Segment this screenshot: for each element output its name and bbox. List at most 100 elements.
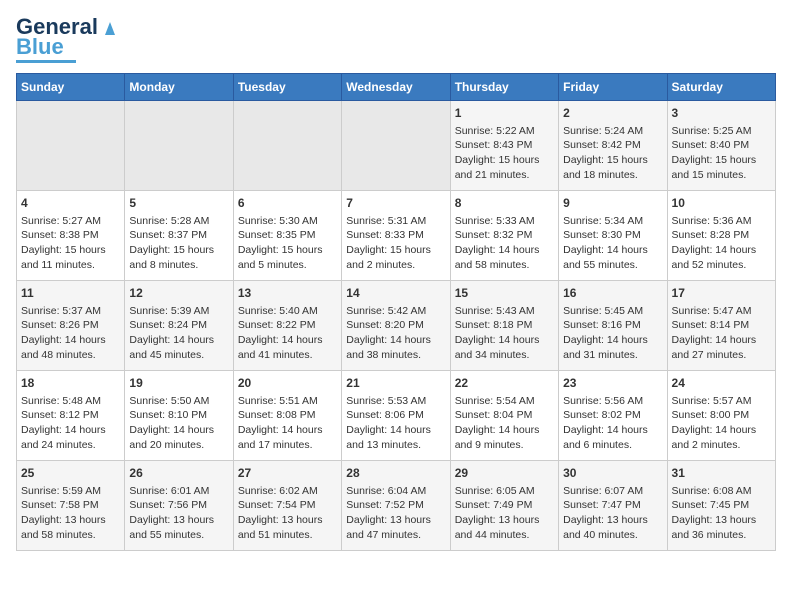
calendar-cell: 7Sunrise: 5:31 AMSunset: 8:33 PMDaylight… — [342, 191, 450, 281]
day-number: 2 — [563, 105, 662, 122]
day-number: 3 — [672, 105, 771, 122]
cell-text: and 58 minutes. — [455, 258, 554, 273]
cell-text: Daylight: 14 hours — [563, 333, 662, 348]
cell-text: Sunset: 8:04 PM — [455, 408, 554, 423]
day-number: 13 — [238, 285, 337, 302]
day-of-week-header: Tuesday — [233, 74, 341, 101]
day-number: 7 — [346, 195, 445, 212]
cell-text: Sunrise: 5:43 AM — [455, 304, 554, 319]
cell-text: and 2 minutes. — [346, 258, 445, 273]
cell-text: Sunset: 7:56 PM — [129, 498, 228, 513]
day-number: 29 — [455, 465, 554, 482]
day-number: 8 — [455, 195, 554, 212]
day-of-week-header: Wednesday — [342, 74, 450, 101]
cell-text: Daylight: 15 hours — [129, 243, 228, 258]
cell-text: and 41 minutes. — [238, 348, 337, 363]
cell-text: and 52 minutes. — [672, 258, 771, 273]
cell-text: and 47 minutes. — [346, 528, 445, 543]
cell-text: Daylight: 14 hours — [21, 423, 120, 438]
logo: General Blue — [16, 16, 120, 63]
logo-triangle-icon — [100, 17, 120, 37]
cell-text: Sunrise: 5:24 AM — [563, 124, 662, 139]
cell-text: Sunset: 8:26 PM — [21, 318, 120, 333]
cell-text: Sunrise: 5:22 AM — [455, 124, 554, 139]
cell-text: Daylight: 13 hours — [346, 513, 445, 528]
calendar-cell — [233, 101, 341, 191]
calendar-cell: 5Sunrise: 5:28 AMSunset: 8:37 PMDaylight… — [125, 191, 233, 281]
cell-text: Daylight: 14 hours — [346, 423, 445, 438]
day-number: 28 — [346, 465, 445, 482]
calendar-cell: 3Sunrise: 5:25 AMSunset: 8:40 PMDaylight… — [667, 101, 775, 191]
calendar-week-row: 11Sunrise: 5:37 AMSunset: 8:26 PMDayligh… — [17, 281, 776, 371]
calendar-cell: 14Sunrise: 5:42 AMSunset: 8:20 PMDayligh… — [342, 281, 450, 371]
cell-text: Sunrise: 5:40 AM — [238, 304, 337, 319]
day-number: 21 — [346, 375, 445, 392]
cell-text: Daylight: 13 hours — [21, 513, 120, 528]
calendar-cell: 10Sunrise: 5:36 AMSunset: 8:28 PMDayligh… — [667, 191, 775, 281]
cell-text: and 51 minutes. — [238, 528, 337, 543]
cell-text: Sunrise: 5:33 AM — [455, 214, 554, 229]
cell-text: Sunset: 8:30 PM — [563, 228, 662, 243]
cell-text: Sunset: 7:49 PM — [455, 498, 554, 513]
cell-text: Sunrise: 5:57 AM — [672, 394, 771, 409]
calendar-cell: 4Sunrise: 5:27 AMSunset: 8:38 PMDaylight… — [17, 191, 125, 281]
calendar-cell: 28Sunrise: 6:04 AMSunset: 7:52 PMDayligh… — [342, 461, 450, 551]
cell-text: Daylight: 13 hours — [238, 513, 337, 528]
cell-text: and 31 minutes. — [563, 348, 662, 363]
cell-text: Sunrise: 6:05 AM — [455, 484, 554, 499]
cell-text: Daylight: 14 hours — [238, 333, 337, 348]
cell-text: Daylight: 14 hours — [563, 243, 662, 258]
day-number: 30 — [563, 465, 662, 482]
calendar-table: SundayMondayTuesdayWednesdayThursdayFrid… — [16, 73, 776, 551]
cell-text: and 45 minutes. — [129, 348, 228, 363]
cell-text: Sunrise: 5:51 AM — [238, 394, 337, 409]
page-header: General Blue — [16, 16, 776, 63]
calendar-cell: 12Sunrise: 5:39 AMSunset: 8:24 PMDayligh… — [125, 281, 233, 371]
cell-text: Sunrise: 5:25 AM — [672, 124, 771, 139]
cell-text: and 2 minutes. — [672, 438, 771, 453]
calendar-cell: 16Sunrise: 5:45 AMSunset: 8:16 PMDayligh… — [559, 281, 667, 371]
calendar-cell: 29Sunrise: 6:05 AMSunset: 7:49 PMDayligh… — [450, 461, 558, 551]
cell-text: and 34 minutes. — [455, 348, 554, 363]
day-number: 9 — [563, 195, 662, 212]
calendar-cell: 17Sunrise: 5:47 AMSunset: 8:14 PMDayligh… — [667, 281, 775, 371]
cell-text: Daylight: 14 hours — [238, 423, 337, 438]
cell-text: and 40 minutes. — [563, 528, 662, 543]
cell-text: and 24 minutes. — [21, 438, 120, 453]
cell-text: Sunset: 7:47 PM — [563, 498, 662, 513]
calendar-cell: 30Sunrise: 6:07 AMSunset: 7:47 PMDayligh… — [559, 461, 667, 551]
day-number: 24 — [672, 375, 771, 392]
cell-text: and 18 minutes. — [563, 168, 662, 183]
cell-text: Sunrise: 5:39 AM — [129, 304, 228, 319]
cell-text: Sunrise: 5:59 AM — [21, 484, 120, 499]
day-of-week-header: Thursday — [450, 74, 558, 101]
calendar-cell: 25Sunrise: 5:59 AMSunset: 7:58 PMDayligh… — [17, 461, 125, 551]
cell-text: Daylight: 13 hours — [563, 513, 662, 528]
cell-text: Daylight: 14 hours — [672, 243, 771, 258]
day-number: 14 — [346, 285, 445, 302]
day-number: 16 — [563, 285, 662, 302]
cell-text: Sunset: 8:22 PM — [238, 318, 337, 333]
calendar-cell — [125, 101, 233, 191]
cell-text: Daylight: 14 hours — [672, 333, 771, 348]
calendar-cell: 11Sunrise: 5:37 AMSunset: 8:26 PMDayligh… — [17, 281, 125, 371]
calendar-week-row: 18Sunrise: 5:48 AMSunset: 8:12 PMDayligh… — [17, 371, 776, 461]
cell-text: Sunset: 8:28 PM — [672, 228, 771, 243]
cell-text: Sunrise: 5:45 AM — [563, 304, 662, 319]
cell-text: Sunrise: 5:47 AM — [672, 304, 771, 319]
cell-text: Sunrise: 5:53 AM — [346, 394, 445, 409]
day-number: 31 — [672, 465, 771, 482]
cell-text: and 11 minutes. — [21, 258, 120, 273]
cell-text: and 36 minutes. — [672, 528, 771, 543]
calendar-cell: 24Sunrise: 5:57 AMSunset: 8:00 PMDayligh… — [667, 371, 775, 461]
day-number: 12 — [129, 285, 228, 302]
calendar-week-row: 4Sunrise: 5:27 AMSunset: 8:38 PMDaylight… — [17, 191, 776, 281]
cell-text: Daylight: 14 hours — [346, 333, 445, 348]
cell-text: Sunrise: 6:04 AM — [346, 484, 445, 499]
calendar-cell — [342, 101, 450, 191]
cell-text: Sunset: 8:40 PM — [672, 138, 771, 153]
cell-text: Sunset: 8:12 PM — [21, 408, 120, 423]
calendar-header: SundayMondayTuesdayWednesdayThursdayFrid… — [17, 74, 776, 101]
calendar-cell: 15Sunrise: 5:43 AMSunset: 8:18 PMDayligh… — [450, 281, 558, 371]
day-number: 1 — [455, 105, 554, 122]
